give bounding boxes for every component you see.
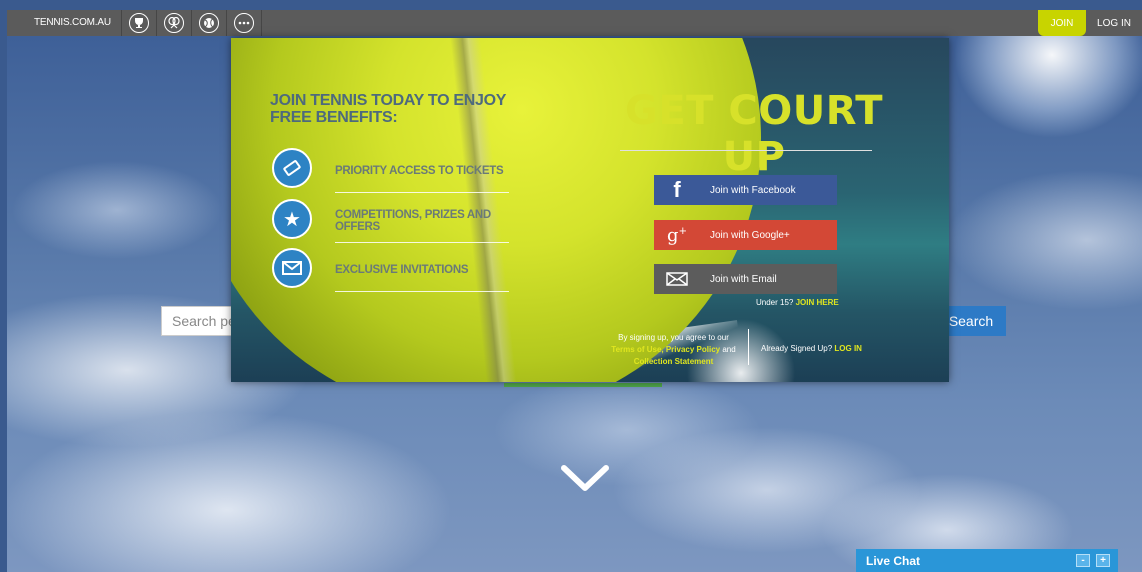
terms-and: and [722, 345, 736, 354]
terms-prefix: By signing up, you agree to our [618, 333, 729, 342]
signup-panel: GET COURT UP f Join with Facebook g+ Joi… [551, 38, 949, 382]
racquets-icon[interactable] [163, 13, 184, 33]
facebook-icon: f [673, 177, 681, 202]
join-here-link[interactable]: JOIN HERE [796, 298, 839, 307]
join-google-label: Join with Google+ [710, 229, 790, 241]
accent-bar [504, 383, 662, 387]
top-navigation-bar: TENNIS.COM.AU JOIN LOG IN [7, 10, 1142, 36]
divider [748, 329, 749, 365]
benefits-title: JOIN TENNIS TODAY TO ENJOY FREE BENEFITS… [270, 92, 506, 126]
benefits-panel: JOIN TENNIS TODAY TO ENJOY FREE BENEFITS… [231, 38, 521, 382]
expand-chat-button[interactable]: + [1096, 554, 1110, 567]
under15-note: Under 15? JOIN HERE [756, 298, 839, 307]
search-input[interactable]: Search per [161, 306, 241, 336]
live-chat-label: Live Chat [866, 553, 921, 568]
live-chat-bar[interactable]: Live Chat - + [856, 549, 1118, 572]
modal-login-link[interactable]: LOG IN [834, 344, 862, 353]
divider [335, 192, 509, 193]
ticket-icon [272, 148, 312, 188]
envelope-icon [654, 266, 700, 292]
join-google-button[interactable]: g+ Join with Google+ [654, 220, 837, 250]
benefit-label: PRIORITY ACCESS TO TICKETS [335, 165, 504, 177]
divider [620, 150, 872, 151]
join-email-button[interactable]: Join with Email [654, 264, 837, 294]
benefit-item: PRIORITY ACCESS TO TICKETS [272, 148, 512, 193]
join-facebook-button[interactable]: f Join with Facebook [654, 175, 837, 205]
scroll-down-chevron-icon[interactable] [560, 464, 610, 494]
signup-modal: JOIN TENNIS TODAY TO ENJOY FREE BENEFITS… [231, 38, 949, 382]
login-button[interactable]: LOG IN [1086, 18, 1142, 29]
star-icon: ★ [272, 199, 312, 239]
envelope-icon [272, 248, 312, 288]
benefit-label: EXCLUSIVE INVITATIONS [335, 264, 469, 276]
benefit-item: EXCLUSIVE INVITATIONS [272, 248, 512, 292]
divider [190, 10, 192, 36]
brand-link[interactable]: TENNIS.COM.AU [7, 10, 121, 36]
privacy-policy-link[interactable]: Privacy Policy [666, 345, 720, 354]
join-button[interactable]: JOIN [1038, 10, 1086, 36]
google-plus-icon: g+ [667, 224, 687, 246]
more-icon[interactable] [233, 13, 254, 33]
divider [155, 10, 157, 36]
tennis-ball-icon[interactable] [198, 13, 219, 33]
under15-prefix: Under 15? [756, 298, 794, 307]
divider [120, 10, 122, 36]
already-signed-up: Already Signed Up? LOG IN [761, 344, 862, 353]
divider [225, 10, 227, 36]
terms-of-use-link[interactable]: Terms of Use, [611, 345, 663, 354]
divider [260, 10, 262, 36]
benefit-item: ★ COMPETITIONS, PRIZES AND OFFERS [272, 199, 512, 243]
join-facebook-label: Join with Facebook [710, 184, 796, 196]
terms-notice: By signing up, you agree to our Terms of… [606, 332, 741, 368]
divider [335, 291, 509, 292]
trophy-icon[interactable] [128, 13, 149, 33]
minimize-chat-button[interactable]: - [1076, 554, 1090, 567]
collection-statement-link[interactable]: Collection Statement [634, 357, 714, 366]
headline: GET COURT UP [625, 88, 883, 180]
divider [335, 242, 509, 243]
benefit-label: COMPETITIONS, PRIZES AND OFFERS [335, 209, 491, 233]
already-prefix: Already Signed Up? [761, 344, 833, 353]
join-email-label: Join with Email [710, 273, 777, 285]
